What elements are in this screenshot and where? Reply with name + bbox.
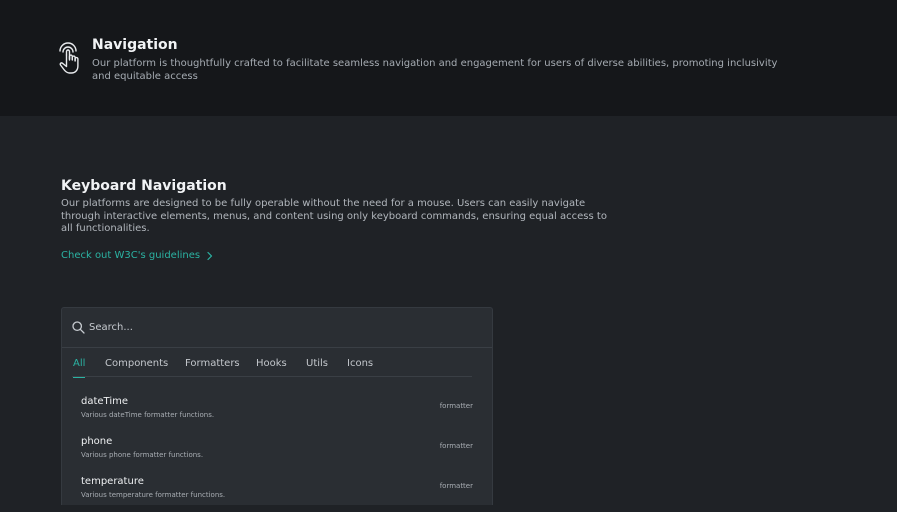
tab-all[interactable]: All — [73, 358, 86, 378]
chevron-right-icon — [207, 251, 213, 260]
list-item[interactable]: temperature Various temperature formatte… — [62, 476, 492, 512]
result-type-badge: formatter — [439, 482, 473, 490]
result-description: Various phone formatter functions. — [81, 451, 204, 459]
section-description: Our platforms are designed to be fully o… — [61, 198, 607, 234]
search-icon — [72, 321, 85, 334]
tab-components[interactable]: Components — [105, 358, 168, 369]
result-name: temperature — [81, 476, 144, 487]
result-type-badge: formatter — [439, 402, 473, 410]
result-description: Various dateTime formatter functions. — [81, 411, 215, 419]
list-item[interactable]: dateTime Various dateTime formatter func… — [62, 396, 492, 432]
filter-tabs: All Components Formatters Hooks Utils Ic… — [62, 348, 492, 378]
result-description: Various temperature formatter functions. — [81, 491, 226, 499]
tab-icons[interactable]: Icons — [347, 358, 373, 369]
section-title: Keyboard Navigation — [61, 178, 227, 194]
search-bar — [62, 308, 492, 348]
list-item[interactable]: phone Various phone formatter functions.… — [62, 436, 492, 472]
tabs-divider — [72, 376, 472, 377]
search-panel: All Components Formatters Hooks Utils Ic… — [61, 307, 493, 505]
result-type-badge: formatter — [439, 442, 473, 450]
tab-utils[interactable]: Utils — [306, 358, 328, 369]
w3c-guidelines-link[interactable]: Check out W3C's guidelines — [61, 250, 213, 261]
result-name: dateTime — [81, 396, 129, 407]
tab-formatters[interactable]: Formatters — [185, 358, 240, 369]
search-input[interactable] — [89, 318, 469, 336]
page-description: Our platform is thoughtfully crafted to … — [92, 58, 778, 82]
page-title: Navigation — [92, 37, 178, 53]
tab-hooks[interactable]: Hooks — [256, 358, 287, 369]
w3c-guidelines-link-label: Check out W3C's guidelines — [61, 250, 201, 261]
page-header: Navigation Our platform is thoughtfully … — [0, 0, 897, 116]
touch-hand-icon — [59, 42, 79, 74]
result-name: phone — [81, 436, 113, 447]
